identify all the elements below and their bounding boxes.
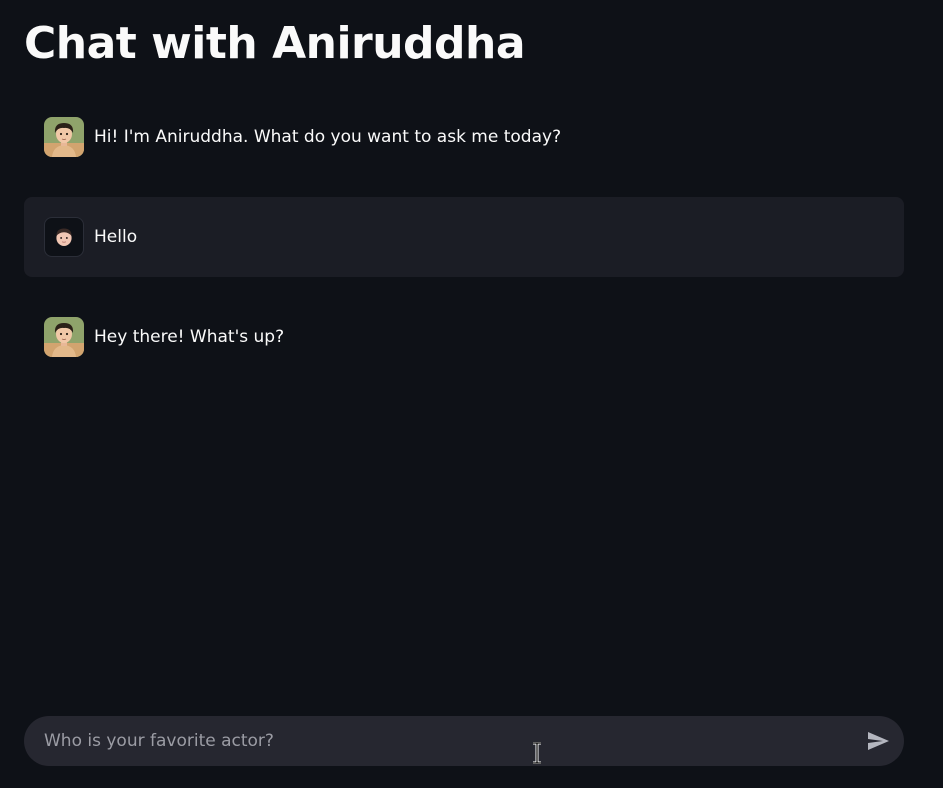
page-title: Chat with Aniruddha: [24, 18, 526, 69]
assistant-avatar: [44, 317, 84, 357]
chat-message-assistant: Hey there! What's up?: [24, 297, 904, 377]
chat-input-container: [24, 716, 904, 766]
user-avatar: [44, 217, 84, 257]
message-text: Hi! I'm Aniruddha. What do you want to a…: [94, 127, 562, 147]
chat-input[interactable]: [44, 716, 844, 766]
chat-app: Chat with Aniruddha Hi! I'm Aniruddha. W…: [0, 0, 943, 788]
chat-message-user: Hello: [24, 197, 904, 277]
assistant-avatar: [44, 117, 84, 157]
send-icon: [866, 729, 890, 753]
message-text: Hey there! What's up?: [94, 327, 285, 347]
chat-message-assistant: Hi! I'm Aniruddha. What do you want to a…: [24, 97, 904, 177]
message-text: Hello: [94, 227, 138, 247]
send-button[interactable]: [866, 729, 890, 753]
